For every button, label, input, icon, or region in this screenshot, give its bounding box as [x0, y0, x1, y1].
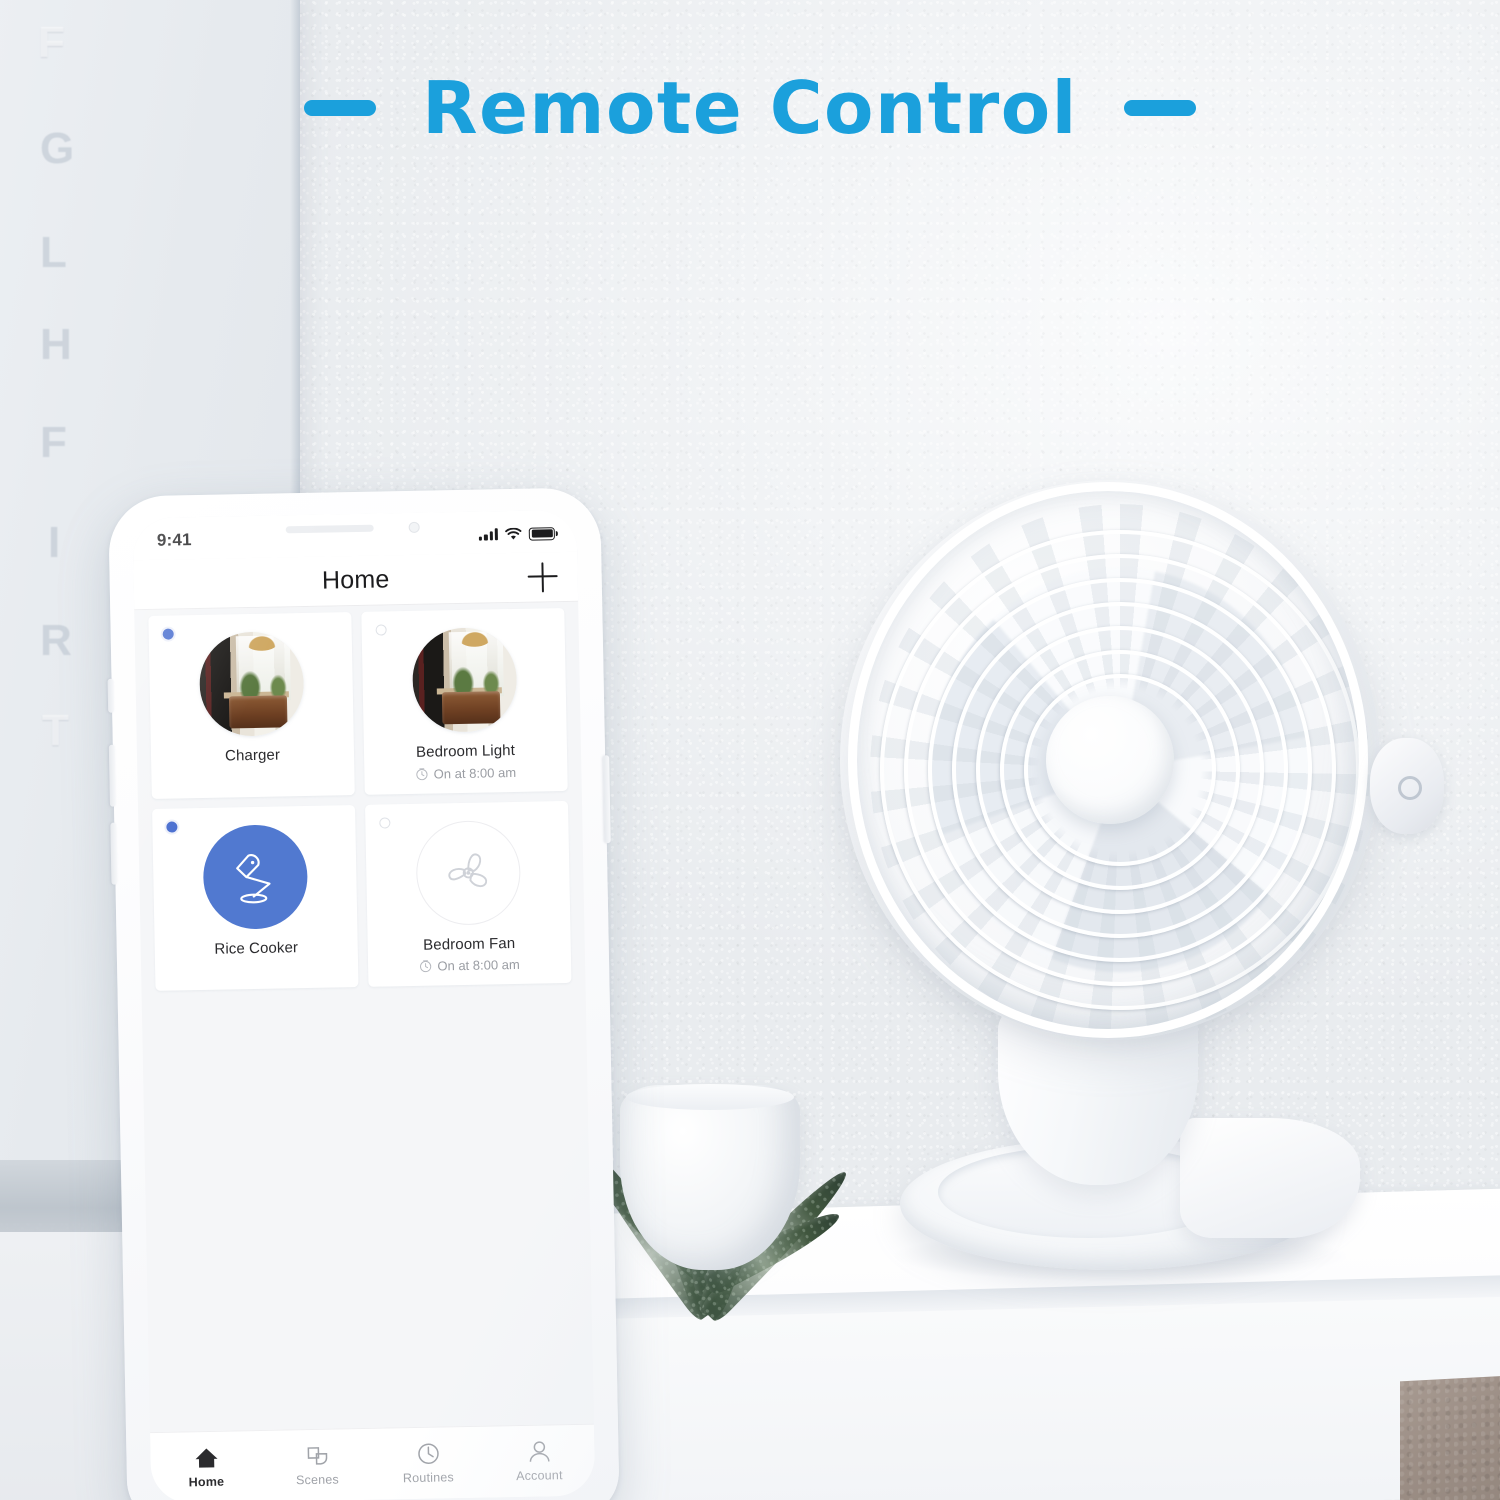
scenes-icon: [307, 1447, 327, 1465]
cellular-signal-icon: [479, 528, 498, 541]
mute-switch[interactable]: [107, 678, 115, 713]
eye-chart-letter-7: T: [42, 706, 70, 755]
device-card-bedroom-light[interactable]: Bedroom Light On at 8:00 am: [361, 607, 568, 795]
room-photo: [198, 631, 305, 737]
volume-down-button[interactable]: [110, 822, 118, 885]
status-indicator-off: [375, 624, 387, 636]
phone-notch: [257, 512, 452, 546]
fan-clamp: [1180, 1118, 1360, 1238]
eye-chart-letter-2: L: [40, 228, 68, 277]
fan-outer-ring: [848, 482, 1368, 1038]
wifi-icon: [505, 527, 522, 540]
tan-fabric-block: [1400, 1374, 1500, 1500]
status-time: 9:41: [156, 530, 192, 550]
device-name: Bedroom Light: [415, 741, 516, 761]
device-schedule: On at 8:00 am: [419, 957, 520, 974]
device-thumbnail-photo: [411, 626, 518, 733]
device-icon-circle-active: [201, 823, 308, 930]
device-grid: Charger Bedroom Light On at 8:00 am Rice…: [134, 602, 585, 991]
desk-lamp-icon: [235, 853, 271, 903]
eye-chart-letter-6: R: [40, 616, 73, 665]
clock-icon: [417, 1443, 439, 1465]
bottom-tab-bar: Home Scenes Routines Account: [150, 1423, 596, 1500]
photo-lamp: [458, 629, 491, 647]
home-icon: [195, 1448, 218, 1468]
photo-plant: [449, 663, 477, 697]
room-photo: [411, 626, 518, 733]
plant-pot-rim: [626, 1084, 794, 1110]
banner-title: Remote Control: [422, 66, 1078, 150]
person-icon: [529, 1441, 550, 1462]
dash-left-icon: [304, 100, 377, 116]
status-indicator-on: [166, 820, 178, 833]
device-card-rice-cooker[interactable]: Rice Cooker: [152, 804, 359, 991]
front-camera-icon: [408, 521, 420, 533]
smartphone-mockup: 9:41 Home Charger Bedroom Light On at 8:…: [107, 487, 620, 1500]
device-schedule-text: On at 8:00 am: [437, 956, 520, 974]
status-indicator-on: [162, 628, 174, 640]
tab-label: Home: [188, 1474, 225, 1490]
device-schedule: On at 8:00 am: [416, 764, 517, 782]
photo-plant-2: [267, 670, 289, 699]
tab-routines[interactable]: Routines: [372, 1441, 484, 1486]
fan-icon: [447, 852, 487, 887]
tab-label: Routines: [402, 1470, 455, 1486]
device-name: Rice Cooker: [214, 938, 299, 958]
tab-account[interactable]: Account: [483, 1439, 595, 1484]
device-thumbnail-photo: [198, 631, 305, 737]
eye-chart-letter-4: F: [40, 418, 68, 467]
clock-icon: [420, 960, 432, 973]
dash-right-icon: [1123, 100, 1196, 116]
page-title: Home: [321, 565, 390, 595]
eye-chart-letter-5: I: [48, 518, 62, 567]
status-indicators: [479, 526, 555, 541]
fan-pivot-knob: [1370, 738, 1444, 834]
eye-chart-letter-0: F: [38, 18, 66, 67]
add-device-button[interactable]: [527, 562, 558, 593]
tab-label: Account: [515, 1468, 563, 1484]
device-card-bedroom-fan[interactable]: Bedroom Fan On at 8:00 am: [364, 800, 572, 987]
device-schedule-text: On at 8:00 am: [433, 764, 517, 782]
banner-title-row: Remote Control: [0, 66, 1500, 150]
device-card-charger[interactable]: Charger: [148, 612, 355, 799]
status-indicator-off: [379, 816, 391, 829]
tab-scenes[interactable]: Scenes: [261, 1443, 373, 1488]
phone-screen: 9:41 Home Charger Bedroom Light On at 8:…: [132, 509, 596, 1500]
device-icon-circle-idle: [414, 819, 521, 926]
device-name: Bedroom Fan: [423, 934, 516, 954]
eye-chart-letter-3: H: [40, 320, 73, 369]
device-name: Charger: [224, 746, 281, 765]
photo-plant: [236, 667, 264, 701]
tab-home[interactable]: Home: [150, 1445, 262, 1490]
clock-icon: [416, 767, 428, 780]
battery-full-icon: [528, 526, 555, 541]
earpiece-speaker-icon: [285, 524, 374, 534]
photo-lamp: [246, 633, 278, 651]
tab-label: Scenes: [295, 1472, 340, 1488]
desk-fan-product: [830, 470, 1450, 1330]
volume-up-button[interactable]: [108, 744, 116, 807]
photo-plant-2: [480, 666, 502, 695]
app-nav-bar: Home: [133, 551, 579, 611]
